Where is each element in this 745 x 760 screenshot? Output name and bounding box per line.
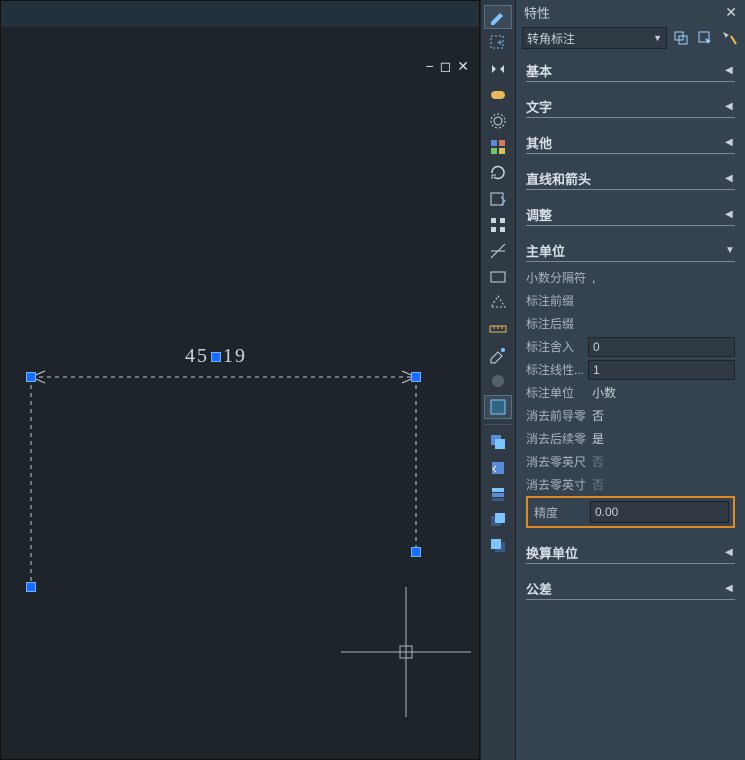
grip-ext1-end[interactable] bbox=[26, 582, 36, 592]
collapse-arrow-icon: ◀ bbox=[725, 137, 735, 148]
rectangle-icon[interactable] bbox=[484, 265, 512, 289]
section-text-label: 文字 bbox=[526, 97, 725, 116]
layer-back-icon[interactable] bbox=[484, 534, 512, 558]
collapse-arrow-icon: ◀ bbox=[725, 65, 735, 76]
grip-right-arrow[interactable] bbox=[411, 372, 421, 382]
section-other: 其他 ◀ bbox=[526, 132, 735, 154]
copy-object-icon[interactable] bbox=[671, 28, 691, 48]
panel-close-icon[interactable]: ✕ bbox=[725, 4, 737, 21]
quicksel-icon[interactable] bbox=[719, 28, 739, 48]
prop-round[interactable]: 标注舍入 0 bbox=[526, 335, 735, 358]
properties-panel: 特性 ✕ 转角标注 ▼ 基本 ◀ 文字 ◀ 其他 ◀ bbox=[515, 0, 745, 760]
section-basic-label: 基本 bbox=[526, 61, 725, 80]
object-type-bar: 转角标注 ▼ bbox=[516, 24, 745, 52]
collapse-arrow-icon: ◀ bbox=[725, 173, 735, 184]
section-text: 文字 ◀ bbox=[526, 96, 735, 118]
section-basic: 基本 ◀ bbox=[526, 60, 735, 82]
section-alt-label: 换算单位 bbox=[526, 543, 725, 562]
rotate-icon[interactable] bbox=[484, 161, 512, 185]
circle-fill-icon[interactable] bbox=[484, 369, 512, 393]
section-adjust-label: 调整 bbox=[526, 205, 725, 224]
panel-title: 特性 bbox=[524, 3, 725, 22]
section-alt-units: 换算单位 ◀ bbox=[526, 542, 735, 564]
grip-text[interactable] bbox=[211, 352, 221, 362]
drawing-viewport[interactable]: − ◻ ✕ 4519 bbox=[0, 0, 480, 760]
prop-prefix[interactable]: 标注前缀 bbox=[526, 289, 735, 312]
section-lines: 直线和箭头 ◀ bbox=[526, 168, 735, 190]
array-icon[interactable] bbox=[484, 213, 512, 237]
stack-icon[interactable] bbox=[484, 482, 512, 506]
grip-left-arrow[interactable] bbox=[26, 372, 36, 382]
section-adjust: 调整 ◀ bbox=[526, 204, 735, 226]
prop-decimal-sep[interactable]: 小数分隔符 , bbox=[526, 266, 735, 289]
prop-suppress-trail[interactable]: 消去后续零 是 bbox=[526, 427, 735, 450]
dimension-text[interactable]: 45 19 bbox=[185, 345, 247, 368]
layer-copy-icon[interactable] bbox=[484, 430, 512, 454]
panel-titlebar: 特性 ✕ bbox=[516, 0, 745, 24]
prop-precision[interactable]: 精度 0.00 bbox=[526, 496, 735, 528]
tool-ribbon: + bbox=[480, 0, 515, 760]
polygon-icon[interactable] bbox=[484, 291, 512, 315]
section-tol-label: 公差 bbox=[526, 579, 725, 598]
bring-front-icon[interactable] bbox=[484, 508, 512, 532]
grid-icon[interactable] bbox=[484, 135, 512, 159]
dimension-text-right: 19 bbox=[223, 345, 247, 367]
collapse-arrow-icon: ◀ bbox=[725, 583, 735, 594]
panel-body: 基本 ◀ 文字 ◀ 其他 ◀ 直线和箭头 ◀ 调整 ◀ bbox=[516, 52, 745, 760]
expand-arrow-icon: ▼ bbox=[725, 245, 735, 256]
prop-suffix[interactable]: 标注后缀 bbox=[526, 312, 735, 335]
prop-unit[interactable]: 标注单位 小数 bbox=[526, 381, 735, 404]
brush-icon[interactable] bbox=[484, 5, 512, 29]
object-type-value: 转角标注 bbox=[527, 30, 575, 47]
background-icon[interactable] bbox=[484, 395, 512, 419]
prop-linear-scale[interactable]: 标注线性... 1 bbox=[526, 358, 735, 381]
chevron-down-icon: ▼ bbox=[653, 33, 662, 43]
collapse-arrow-icon: ◀ bbox=[725, 209, 735, 220]
object-type-select[interactable]: 转角标注 ▼ bbox=[522, 27, 667, 49]
dimension-object[interactable] bbox=[1, 27, 481, 760]
collapse-arrow-icon: ◀ bbox=[725, 101, 735, 112]
grip-ext2-end[interactable] bbox=[411, 547, 421, 557]
collapse-arrow-icon: ◀ bbox=[725, 547, 735, 558]
pick-object-icon[interactable] bbox=[695, 28, 715, 48]
prop-suppress-in[interactable]: 消去零英寸 否 bbox=[526, 473, 735, 496]
gear-icon[interactable] bbox=[484, 109, 512, 133]
dimension-text-left: 45 bbox=[185, 345, 209, 367]
export-icon[interactable] bbox=[484, 187, 512, 211]
construction-line-icon[interactable] bbox=[484, 239, 512, 263]
mirror-icon[interactable] bbox=[484, 57, 512, 81]
section-tolerance: 公差 ◀ bbox=[526, 578, 735, 600]
svg-text:+: + bbox=[497, 38, 503, 49]
layer-prev-icon[interactable] bbox=[484, 456, 512, 480]
section-other-label: 其他 bbox=[526, 133, 725, 152]
section-primary-units: 主单位 ▼ 小数分隔符 , 标注前缀 标注后缀 标注舍入 0 bbox=[526, 240, 735, 528]
swatch-icon[interactable] bbox=[484, 83, 512, 107]
paint-icon[interactable] bbox=[484, 343, 512, 367]
measure-icon[interactable] bbox=[484, 317, 512, 341]
viewport-top-border bbox=[1, 1, 479, 27]
add-selection-icon[interactable]: + bbox=[484, 31, 512, 55]
section-primary-label: 主单位 bbox=[526, 241, 725, 260]
section-lines-label: 直线和箭头 bbox=[526, 169, 725, 188]
prop-suppress-ft[interactable]: 消去零英尺 否 bbox=[526, 450, 735, 473]
model-space[interactable]: 45 19 bbox=[1, 27, 477, 757]
prop-suppress-lead[interactable]: 消去前导零 否 bbox=[526, 404, 735, 427]
